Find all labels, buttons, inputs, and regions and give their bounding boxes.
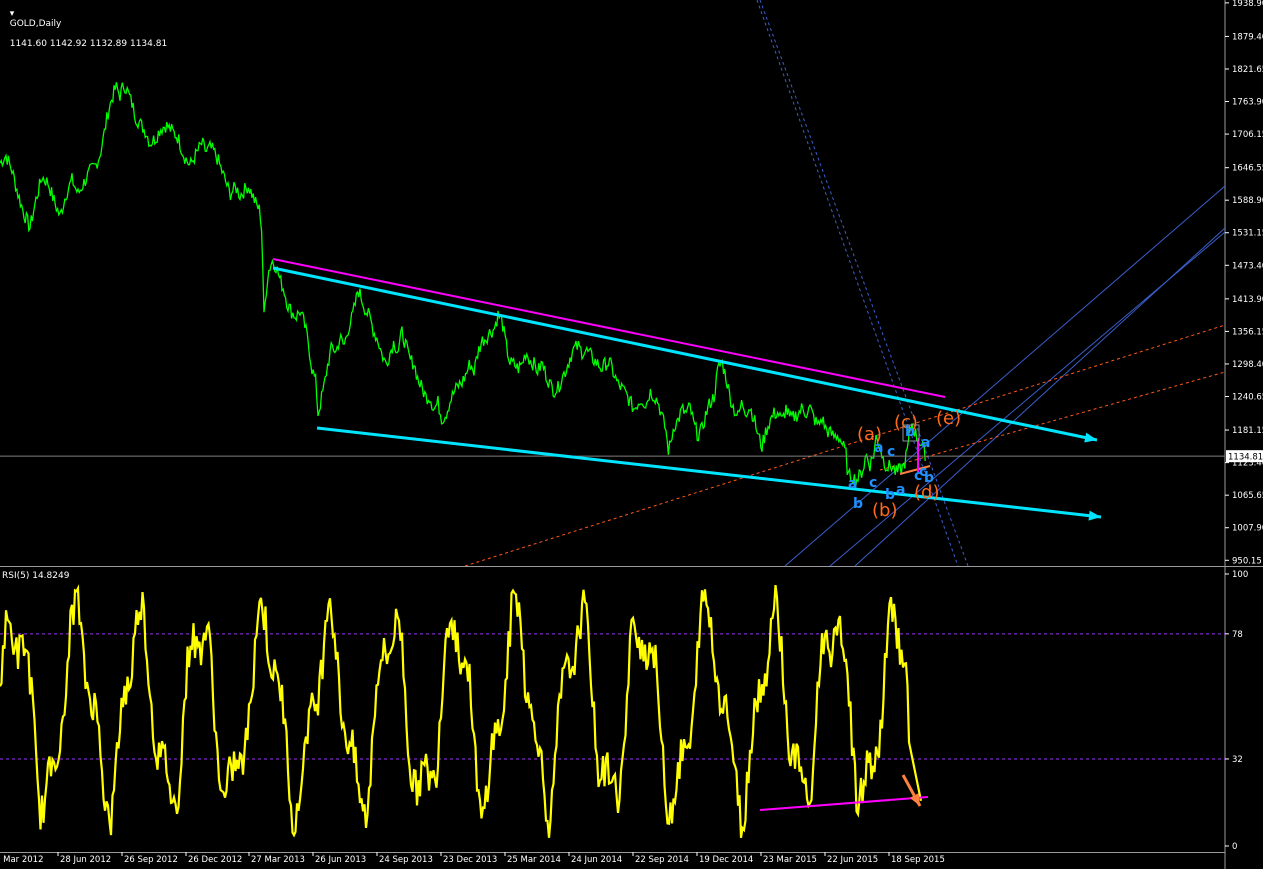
wave-label-blue: b bbox=[853, 496, 863, 512]
lower-channel-arrow[interactable] bbox=[316, 426, 1102, 519]
rsi-tick-label: 78 bbox=[1232, 630, 1243, 640]
chart-svg[interactable]: (a)(b)(c)(d)(e)abcabcabcabc 1938.901879.… bbox=[0, 0, 1263, 869]
time-tick-label: 3 Mar 2012 bbox=[0, 855, 43, 865]
price-line bbox=[0, 82, 926, 487]
rsi-tick-label: 100 bbox=[1232, 570, 1248, 580]
price-tick-label: 1356.15 bbox=[1232, 327, 1263, 337]
wave-label-blue: a bbox=[874, 440, 883, 456]
price-tick-label: 1646.55 bbox=[1232, 164, 1263, 174]
price-tick-label: 1706.15 bbox=[1232, 130, 1263, 140]
price-tick-label: 1240.65 bbox=[1232, 393, 1263, 403]
rsi-axis[interactable]: 100 78 32 0 bbox=[1225, 570, 1248, 852]
time-tick-label: 28 Jun 2012 bbox=[60, 855, 111, 865]
time-tick-label: 26 Jun 2013 bbox=[315, 855, 366, 865]
time-tick-label: 24 Jun 2014 bbox=[571, 855, 622, 865]
price-tick-label: 950.15 bbox=[1232, 556, 1262, 566]
wave-label-blue: c bbox=[869, 475, 877, 491]
wave-label-blue: c bbox=[887, 444, 895, 460]
fib-dotted-line bbox=[879, 371, 1226, 471]
fib-fan-lines bbox=[464, 0, 1226, 567]
wave-label-blue: a bbox=[921, 435, 930, 451]
price-tick-label: 1473.40 bbox=[1232, 261, 1263, 271]
time-tick-label: 18 Sep 2015 bbox=[891, 855, 945, 865]
price-tick-label: 1413.90 bbox=[1232, 295, 1263, 305]
price-tick-label: 1821.65 bbox=[1232, 65, 1263, 75]
time-tick-label: 22 Sep 2014 bbox=[635, 855, 689, 865]
wave-label-blue: c bbox=[919, 464, 927, 480]
price-tick-label: 1065.65 bbox=[1232, 491, 1263, 501]
price-tick-label: 1938.90 bbox=[1232, 0, 1263, 9]
time-tick-label: 23 Dec 2013 bbox=[443, 855, 497, 865]
time-tick-label: 26 Sep 2012 bbox=[124, 855, 178, 865]
price-tick-label: 1588.90 bbox=[1232, 196, 1263, 206]
price-tick-label: 1007.90 bbox=[1232, 524, 1263, 534]
time-tick-label: 19 Dec 2014 bbox=[699, 855, 753, 865]
rsi-tick-label: 0 bbox=[1232, 842, 1237, 852]
current-price-label: 1134.81 bbox=[1228, 453, 1263, 463]
time-tick-label: 23 Mar 2015 bbox=[763, 855, 817, 865]
rsi-divergence-line[interactable] bbox=[759, 796, 929, 811]
wave-label-orange: (b) bbox=[872, 500, 897, 521]
price-tick-label: 1763.90 bbox=[1232, 98, 1263, 108]
price-axis[interactable]: 1938.90 1879.40 1821.65 1763.90 1706.15 1646.… bbox=[1225, 0, 1263, 566]
time-tick-label: 25 Mar 2014 bbox=[507, 855, 561, 865]
price-tick-label: 1531.15 bbox=[1232, 229, 1263, 239]
price-tick-label: 1879.40 bbox=[1232, 32, 1263, 42]
fan-line bbox=[784, 185, 1226, 567]
wave-label-blue: a bbox=[848, 476, 857, 492]
time-axis[interactable]: 3 Mar 2012 28 Jun 2012 26 Sep 2012 26 Dec 2… bbox=[0, 852, 945, 865]
price-series bbox=[0, 82, 926, 487]
rsi-series bbox=[0, 584, 923, 838]
upper-channel-arrow[interactable] bbox=[272, 266, 1098, 442]
rsi-level-lines bbox=[0, 633, 1225, 760]
wave-label-blue: a bbox=[896, 482, 905, 498]
wave-label-blue: b bbox=[905, 424, 915, 440]
time-tick-label: 24 Sep 2013 bbox=[379, 855, 433, 865]
time-tick-label: 22 Jun 2015 bbox=[827, 855, 878, 865]
rsi-tick-label: 32 bbox=[1232, 755, 1243, 765]
rsi-line bbox=[0, 584, 923, 838]
price-tick-label: 1298.40 bbox=[1232, 360, 1263, 370]
wave-label-blue: b bbox=[885, 487, 895, 503]
time-tick-label: 27 Mar 2013 bbox=[251, 855, 305, 865]
time-tick-label: 26 Dec 2012 bbox=[188, 855, 242, 865]
wave-label-orange: (e) bbox=[936, 408, 961, 429]
price-tick-label: 1181.15 bbox=[1232, 426, 1263, 436]
magenta-resistance-line[interactable] bbox=[272, 258, 946, 398]
